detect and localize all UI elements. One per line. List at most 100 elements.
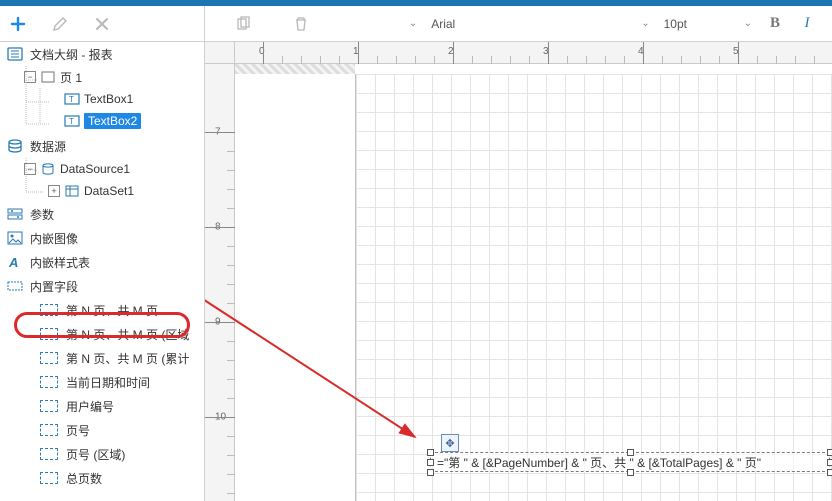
params-header[interactable]: 参数 [0,202,204,226]
field-label: 第 N 页、共 M 页 (区域 [66,326,189,343]
field-icon [40,472,58,484]
images-label: 内嵌图像 [30,230,78,247]
outline-tree: − 页 1 T TextBox1 T TextBox2 [0,66,204,132]
align-dropdown-icon[interactable]: ⌄ [409,18,417,29]
field-icon [40,328,58,340]
outline-title: 文档大纲 - 报表 [30,46,113,63]
field-label: 页号 [66,422,90,439]
styles-icon: A [6,254,24,270]
builtin-field-userid[interactable]: 用户编号 [0,394,204,418]
builtin-field-page-of[interactable]: 第 N 页、共 M 页 [0,298,204,322]
font-size-label: 10pt [664,17,704,31]
field-icon [40,424,58,436]
bold-button[interactable]: B [766,15,784,32]
page-icon [40,70,56,84]
svg-text:A: A [8,255,18,269]
builtin-field-page-of-region[interactable]: 第 N 页、共 M 页 (区域 [0,322,204,346]
params-label: 参数 [30,206,54,223]
datasource-tree: − DataSource1 + DataSet1 [0,158,204,202]
outline-icon [6,46,24,62]
builtin-field-totalpages[interactable]: 总页数 [0,466,204,490]
page-label: 页 1 [60,69,82,86]
svg-text:T: T [69,117,74,126]
resize-handle[interactable] [827,469,832,476]
collapse-icon[interactable]: − [24,71,36,83]
resize-handle[interactable] [427,459,434,466]
delete-icon[interactable] [92,14,112,34]
database-icon [40,162,56,176]
canvas-toolbar: ⌄ Arial ⌄ 10pt ⌄ B I [205,6,832,41]
field-label: 当前日期和时间 [66,374,150,391]
builtin-field-page-of-cumulative[interactable]: 第 N 页、共 M 页 (累计 [0,346,204,370]
chevron-down-icon: ⌄ [744,18,752,29]
trash-icon[interactable] [291,14,311,34]
image-icon [6,230,24,246]
params-icon [6,206,24,222]
images-header[interactable]: 内嵌图像 [0,226,204,250]
table-icon [64,184,80,198]
tree-textbox2[interactable]: T TextBox2 [4,110,204,132]
resize-handle[interactable] [627,449,634,456]
builtin-header[interactable]: 内置字段 [0,274,204,298]
builtin-label: 内置字段 [30,278,78,295]
datasource-label: DataSource1 [60,162,130,176]
tree-textbox1[interactable]: T TextBox1 [4,88,204,110]
builtin-icon [6,278,24,294]
field-label: 总页数 [66,470,102,487]
ruler-corner [205,42,235,64]
field-label: 页号 (区域) [66,446,125,463]
textbox2-expression: ="第 " & [&PageNumber] & " 页、共 " & [&Tota… [437,454,761,471]
outline-header[interactable]: 文档大纲 - 报表 [0,42,204,66]
main-area: 文档大纲 - 报表 − 页 1 T TextBox1 T [0,42,832,501]
tree-page-node[interactable]: − 页 1 [4,66,204,88]
resize-handle[interactable] [427,449,434,456]
dataset-node[interactable]: + DataSet1 [4,180,204,202]
svg-text:T: T [69,95,74,104]
builtin-fields-list: 第 N 页、共 M 页 第 N 页、共 M 页 (区域 第 N 页、共 M 页 … [0,298,204,490]
sidebar: 文档大纲 - 报表 − 页 1 T TextBox1 T [0,42,205,501]
textbox2-label: TextBox2 [84,113,141,129]
add-icon[interactable] [8,14,28,34]
builtin-field-pagenum-region[interactable]: 页号 (区域) [0,442,204,466]
field-label: 用户编号 [66,398,114,415]
builtin-field-pagenum[interactable]: 页号 [0,418,204,442]
styles-header[interactable]: A 内嵌样式表 [0,250,204,274]
field-icon [40,376,58,388]
field-icon [40,400,58,412]
page-margin-indicator [235,64,355,74]
builtin-field-datetime[interactable]: 当前日期和时间 [0,370,204,394]
copy-icon[interactable] [233,14,253,34]
outline-toolbar [0,6,205,41]
datasource-node[interactable]: − DataSource1 [4,158,204,180]
resize-handle[interactable] [427,469,434,476]
resize-handle[interactable] [827,449,832,456]
italic-button[interactable]: I [798,15,816,32]
field-label: 第 N 页、共 M 页 [66,302,158,319]
toolbar: ⌄ Arial ⌄ 10pt ⌄ B I [0,6,832,42]
vertical-ruler[interactable]: 7 8 9 10 [205,64,235,501]
horizontal-ruler[interactable]: 0 1 2 3 4 5 [235,42,832,64]
field-icon [40,448,58,460]
expand-icon[interactable]: + [48,185,60,197]
textbox-icon: T [64,92,80,106]
edit-icon[interactable] [50,14,70,34]
database-icon [6,138,24,154]
dataset-label: DataSet1 [84,184,134,198]
font-family-label: Arial [431,17,471,31]
font-size-select[interactable]: 10pt ⌄ [664,17,752,31]
datasource-title: 数据源 [30,138,66,155]
textbox1-label: TextBox1 [84,92,133,106]
resize-handle[interactable] [827,459,832,466]
datasource-header[interactable]: 数据源 [0,134,204,158]
field-icon [40,304,58,316]
move-handle-icon[interactable]: ✥ [441,434,459,452]
field-icon [40,352,58,364]
chevron-down-icon: ⌄ [641,18,649,29]
canvas-grid [355,74,832,501]
design-canvas[interactable]: ="第 " & [&PageNumber] & " 页、共 " & [&Tota… [355,74,832,501]
font-family-select[interactable]: Arial ⌄ [431,17,649,31]
styles-label: 内嵌样式表 [30,254,90,271]
resize-handle[interactable] [627,469,634,476]
design-canvas-area: 0 1 2 3 4 5 7 8 9 10 [205,42,832,501]
collapse-icon[interactable]: − [24,163,36,175]
